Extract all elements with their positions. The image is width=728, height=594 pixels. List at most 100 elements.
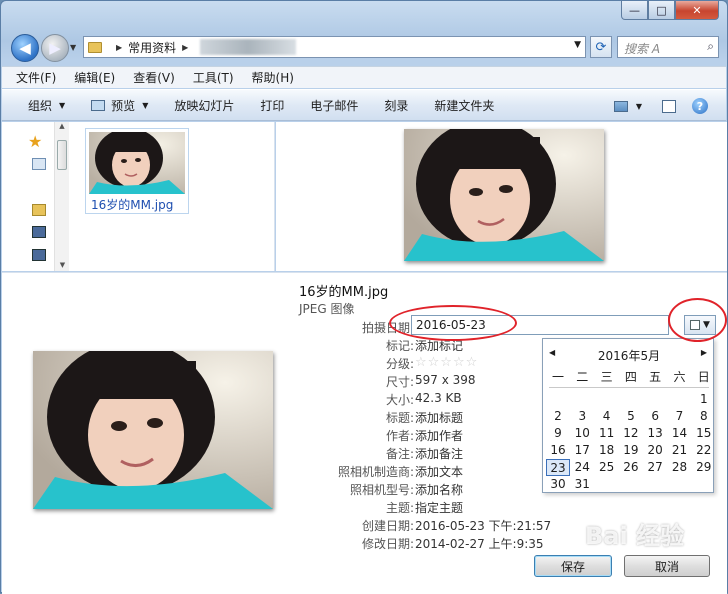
- search-icon[interactable]: ⌕: [707, 39, 714, 54]
- preview-button[interactable]: 预览 ▼: [91, 97, 148, 114]
- chevron-down-icon: ▼: [59, 100, 66, 110]
- calendar-day[interactable]: 27: [643, 459, 667, 476]
- close-button[interactable]: ✕: [675, 1, 719, 20]
- breadcrumb-folder[interactable]: 常用资料: [128, 39, 176, 56]
- print-button[interactable]: 打印: [260, 97, 284, 114]
- prop-value[interactable]: 添加备注: [415, 445, 463, 462]
- video-library-icon[interactable]: [32, 226, 46, 238]
- refresh-button[interactable]: ⟳: [590, 36, 612, 58]
- organize-label: 组织: [28, 98, 53, 113]
- calendar-day[interactable]: 21: [668, 442, 692, 459]
- back-button[interactable]: ◀: [11, 34, 39, 62]
- prop-value[interactable]: 指定主题: [415, 499, 463, 516]
- prop-label: 备注:: [385, 447, 414, 461]
- scroll-down-icon[interactable]: ▼: [55, 261, 70, 269]
- chevron-right-icon[interactable]: ▶: [116, 43, 122, 52]
- rating-stars[interactable]: ☆☆☆☆☆: [415, 355, 478, 370]
- calendar-day[interactable]: 11: [595, 425, 619, 442]
- recent-icon[interactable]: [32, 158, 46, 170]
- prop-value[interactable]: 添加文本: [415, 463, 463, 480]
- chevron-right-icon[interactable]: ▶: [182, 43, 188, 52]
- arrow-left-icon: ◀: [19, 39, 31, 57]
- library-folder-icon[interactable]: [32, 204, 46, 216]
- calendar-day[interactable]: 12: [619, 425, 643, 442]
- file-list: 16岁的MM.jpg: [69, 122, 275, 271]
- calendar-day[interactable]: 25: [595, 459, 619, 476]
- menu-view[interactable]: 查看(V): [133, 69, 175, 86]
- minimize-button[interactable]: —: [621, 1, 648, 20]
- recent-pages-dropdown[interactable]: ▼: [70, 43, 76, 52]
- calendar-day[interactable]: 4: [595, 408, 619, 425]
- preview-pane-icon[interactable]: [662, 99, 676, 113]
- calendar-day[interactable]: 22: [692, 442, 716, 459]
- prop-value[interactable]: 2014-02-27 上午:9:35: [415, 535, 544, 552]
- forward-button[interactable]: ▶: [41, 34, 69, 62]
- calendar-month-label[interactable]: 2016年5月: [543, 347, 715, 364]
- calendar-day[interactable]: 16: [546, 442, 570, 459]
- calendar-day[interactable]: 29: [692, 459, 716, 476]
- prop-value[interactable]: 添加名称: [415, 481, 463, 498]
- calendar-day[interactable]: 23: [546, 459, 570, 476]
- calendar-day[interactable]: 2: [546, 408, 570, 425]
- cancel-button[interactable]: 取消: [624, 555, 710, 577]
- property-row: 主题: 指定主题: [282, 499, 702, 517]
- file-name-label[interactable]: 16岁的MM.jpg: [91, 196, 173, 213]
- favorites-star-icon[interactable]: ★: [28, 132, 42, 151]
- video-library-icon-2[interactable]: [32, 249, 46, 261]
- calendar-day[interactable]: 9: [546, 425, 570, 442]
- calendar-day[interactable]: 7: [668, 408, 692, 425]
- scroll-thumb[interactable]: [57, 140, 67, 170]
- maximize-button[interactable]: □: [648, 1, 675, 20]
- prop-value[interactable]: 添加作者: [415, 427, 463, 444]
- chevron-down-icon[interactable]: ▼: [574, 40, 581, 50]
- date-picker-calendar[interactable]: ◀ 2016年5月 ▶ 一二三四五六日 1 2 3 4 5 6 7 8 9 10 11 12 13 14 15…: [542, 338, 714, 493]
- scroll-up-icon[interactable]: ▲: [55, 122, 69, 130]
- calendar-day[interactable]: 28: [668, 459, 692, 476]
- weekday-header: 三: [600, 370, 613, 384]
- prop-value[interactable]: 添加标题: [415, 409, 463, 426]
- new-folder-button[interactable]: 新建文件夹: [434, 97, 494, 114]
- chevron-down-icon: ▼: [142, 100, 149, 110]
- calendar-day[interactable]: 8: [692, 408, 716, 425]
- calendar-day[interactable]: 17: [570, 442, 594, 459]
- prop-value[interactable]: 42.3 KB: [415, 391, 462, 405]
- calendar-day[interactable]: 26: [619, 459, 643, 476]
- calendar-day[interactable]: 15: [692, 425, 716, 442]
- menu-file[interactable]: 文件(F): [16, 69, 56, 86]
- calendar-day[interactable]: 19: [619, 442, 643, 459]
- search-input[interactable]: 搜索 A ⌕: [617, 36, 719, 58]
- highlight-date-ellipse: [389, 305, 517, 341]
- next-month-icon[interactable]: ▶: [701, 348, 707, 357]
- save-button[interactable]: 保存: [534, 555, 612, 577]
- calendar-day[interactable]: 24: [570, 459, 594, 476]
- calendar-day[interactable]: 13: [643, 425, 667, 442]
- calendar-day[interactable]: 10: [570, 425, 594, 442]
- change-view-icon[interactable]: [613, 100, 628, 112]
- prop-value[interactable]: 597 x 398: [415, 373, 476, 387]
- calendar-day[interactable]: 20: [643, 442, 667, 459]
- organize-button[interactable]: 组织 ▼: [28, 97, 65, 114]
- prop-value[interactable]: 2016-05-23 下午:21:57: [415, 517, 551, 534]
- calendar-day[interactable]: 18: [595, 442, 619, 459]
- calendar-day[interactable]: 14: [668, 425, 692, 442]
- calendar-day[interactable]: 1: [692, 391, 716, 408]
- weekday-header: 二: [576, 370, 589, 384]
- calendar-day[interactable]: 3: [570, 408, 594, 425]
- calendar-day[interactable]: 31: [570, 476, 594, 493]
- menu-edit[interactable]: 编辑(E): [74, 69, 115, 86]
- calendar-day[interactable]: 6: [643, 408, 667, 425]
- address-bar[interactable]: ▶ 常用资料 ▶ ▼: [83, 36, 586, 58]
- menu-tools[interactable]: 工具(T): [193, 69, 234, 86]
- preview-label: 预览: [111, 98, 136, 113]
- calendar-day[interactable]: 30: [546, 476, 570, 493]
- nav-scrollbar[interactable]: ▲ ▼: [54, 122, 69, 271]
- star-icon[interactable]: ☆☆☆☆☆: [415, 355, 478, 370]
- help-icon[interactable]: ?: [692, 98, 708, 114]
- slideshow-button[interactable]: 放映幻灯片: [174, 97, 234, 114]
- chevron-down-icon[interactable]: ▼: [636, 102, 642, 111]
- burn-button[interactable]: 刻录: [384, 97, 408, 114]
- menu-help[interactable]: 帮助(H): [252, 69, 294, 86]
- email-button[interactable]: 电子邮件: [310, 97, 358, 114]
- calendar-day[interactable]: 5: [619, 408, 643, 425]
- prop-label: 大小:: [385, 393, 414, 407]
